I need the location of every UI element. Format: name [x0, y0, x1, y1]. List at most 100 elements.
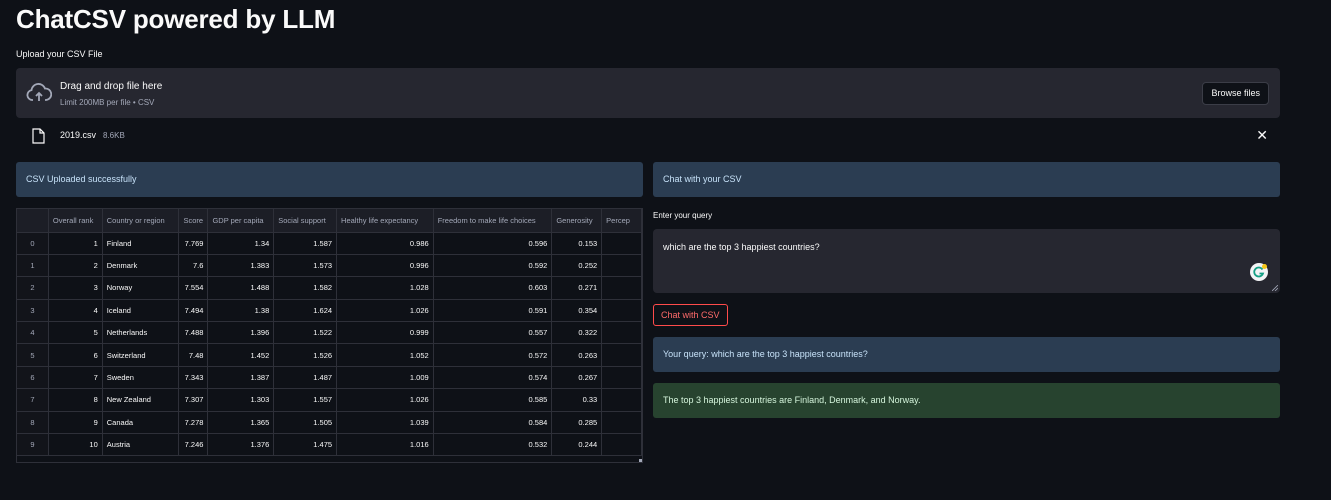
table-cell[interactable]: 0.263: [551, 343, 603, 367]
table-cell[interactable]: 0.271: [551, 276, 603, 300]
column-header[interactable]: Healthy life expectancy: [336, 209, 434, 233]
table-cell[interactable]: 1.028: [336, 276, 434, 300]
table-cell[interactable]: [601, 254, 642, 278]
table-cell[interactable]: 1.573: [273, 254, 338, 278]
table-cell[interactable]: 7.554: [178, 276, 209, 300]
table-cell[interactable]: 1.557: [273, 388, 338, 412]
table-cell[interactable]: 1.303: [207, 388, 275, 412]
table-cell[interactable]: 1.376: [207, 433, 275, 457]
table-cell[interactable]: 0.33: [551, 388, 603, 412]
table-cell[interactable]: 0.532: [433, 433, 553, 457]
grammarly-icon[interactable]: [1250, 263, 1268, 281]
table-cell[interactable]: Canada: [102, 411, 180, 435]
table-cell[interactable]: 1.38: [207, 299, 275, 323]
table-cell[interactable]: 1.587: [273, 232, 338, 255]
column-header[interactable]: Percep: [601, 209, 642, 233]
table-row[interactable]: 2 3 Norway 7.554 1.488 1.582 1.028 0.603 0.271: [17, 276, 642, 300]
table-cell[interactable]: 0.267: [551, 366, 603, 390]
table-cell[interactable]: Sweden: [102, 366, 180, 390]
table-cell[interactable]: 1.026: [336, 299, 434, 323]
table-cell[interactable]: 7.488: [178, 321, 209, 345]
table-cell[interactable]: 0.244: [551, 433, 603, 457]
table-cell[interactable]: 5: [48, 321, 103, 345]
column-header[interactable]: GDP per capita: [207, 209, 275, 233]
table-cell[interactable]: New Zealand: [102, 388, 180, 412]
table-row[interactable]: 6 7 Sweden 7.343 1.387 1.487 1.009 0.574 0.267: [17, 366, 642, 390]
table-cell[interactable]: 1.387: [207, 366, 275, 390]
table-cell[interactable]: 7.343: [178, 366, 209, 390]
table-cell[interactable]: 1.039: [336, 411, 434, 435]
table-cell[interactable]: 1.026: [336, 388, 434, 412]
table-cell[interactable]: Finland: [102, 232, 180, 255]
table-cell[interactable]: 1.488: [207, 276, 275, 300]
table-cell[interactable]: 6: [48, 343, 103, 367]
table-cell[interactable]: 0.574: [433, 366, 553, 390]
table-cell[interactable]: 0.322: [551, 321, 603, 345]
column-header[interactable]: Country or region: [102, 209, 180, 233]
table-cell[interactable]: 1: [48, 232, 103, 255]
table-cell[interactable]: 1.526: [273, 343, 338, 367]
table-cell[interactable]: 7.48: [178, 343, 209, 367]
column-header[interactable]: Score: [178, 209, 209, 233]
table-cell[interactable]: 7.246: [178, 433, 209, 457]
table-row[interactable]: 4 5 Netherlands 7.488 1.396 1.522 0.999 0.557 0.…: [17, 321, 642, 345]
close-icon[interactable]: ✕: [1256, 128, 1268, 142]
table-cell[interactable]: [601, 343, 642, 367]
table-cell[interactable]: 0.999: [336, 321, 434, 345]
table-cell[interactable]: 1.34: [207, 232, 275, 255]
table-cell[interactable]: 0.252: [551, 254, 603, 278]
table-cell[interactable]: Netherlands: [102, 321, 180, 345]
table-cell[interactable]: [601, 321, 642, 345]
table-cell[interactable]: 0.354: [551, 299, 603, 323]
table-resize-handle[interactable]: [639, 459, 642, 462]
table-cell[interactable]: [601, 276, 642, 300]
resize-grip-icon[interactable]: [1272, 285, 1278, 291]
table-cell[interactable]: 7.494: [178, 299, 209, 323]
table-row[interactable]: 5 6 Switzerland 7.48 1.452 1.526 1.052 0.572 0.2…: [17, 343, 642, 367]
chat-with-csv-button[interactable]: Chat with CSV: [653, 304, 728, 326]
table-cell[interactable]: [601, 366, 642, 390]
column-header[interactable]: Social support: [273, 209, 338, 233]
table-cell[interactable]: 0.585: [433, 388, 553, 412]
table-cell[interactable]: 0.603: [433, 276, 553, 300]
table-cell[interactable]: 0.996: [336, 254, 434, 278]
table-cell[interactable]: [601, 232, 642, 255]
table-cell[interactable]: 1.505: [273, 411, 338, 435]
table-cell[interactable]: 4: [48, 299, 103, 323]
table-row[interactable]: 7 8 New Zealand 7.307 1.303 1.557 1.026 0.585 0.…: [17, 388, 642, 412]
table-cell[interactable]: 1.452: [207, 343, 275, 367]
table-cell[interactable]: 1.052: [336, 343, 434, 367]
table-cell[interactable]: 7.6: [178, 254, 209, 278]
file-dropzone[interactable]: Drag and drop file here Limit 200MB per …: [16, 68, 1280, 118]
table-cell[interactable]: 0.986: [336, 232, 434, 255]
table-cell[interactable]: 0.591: [433, 299, 553, 323]
table-cell[interactable]: 1.624: [273, 299, 338, 323]
table-cell[interactable]: Denmark: [102, 254, 180, 278]
query-textarea[interactable]: which are the top 3 happiest countries?: [653, 229, 1280, 293]
table-cell[interactable]: 1.396: [207, 321, 275, 345]
table-cell[interactable]: 1.582: [273, 276, 338, 300]
table-cell[interactable]: 0.285: [551, 411, 603, 435]
table-cell[interactable]: 0.596: [433, 232, 553, 255]
table-cell[interactable]: 0.572: [433, 343, 553, 367]
column-header[interactable]: [17, 209, 49, 233]
browse-files-button[interactable]: Browse files: [1202, 82, 1269, 105]
table-cell[interactable]: Iceland: [102, 299, 180, 323]
column-header[interactable]: Overall rank: [48, 209, 103, 233]
table-row[interactable]: 1 2 Denmark 7.6 1.383 1.573 0.996 0.592 0.252: [17, 254, 642, 278]
table-cell[interactable]: [601, 411, 642, 435]
table-cell[interactable]: Austria: [102, 433, 180, 457]
column-header[interactable]: Generosity: [551, 209, 603, 233]
table-row[interactable]: 3 4 Iceland 7.494 1.38 1.624 1.026 0.591 0.354: [17, 299, 642, 323]
table-cell[interactable]: 1.016: [336, 433, 434, 457]
table-cell[interactable]: [601, 433, 642, 457]
table-cell[interactable]: [601, 388, 642, 412]
table-row[interactable]: 9 10 Austria 7.246 1.376 1.475 1.016 0.532 0.244: [17, 433, 642, 457]
table-cell[interactable]: 1.009: [336, 366, 434, 390]
table-cell[interactable]: 1.522: [273, 321, 338, 345]
table-cell[interactable]: Switzerland: [102, 343, 180, 367]
table-cell[interactable]: 8: [48, 388, 103, 412]
table-cell[interactable]: 0.153: [551, 232, 603, 255]
table-cell[interactable]: 0.584: [433, 411, 553, 435]
table-cell[interactable]: 0.592: [433, 254, 553, 278]
